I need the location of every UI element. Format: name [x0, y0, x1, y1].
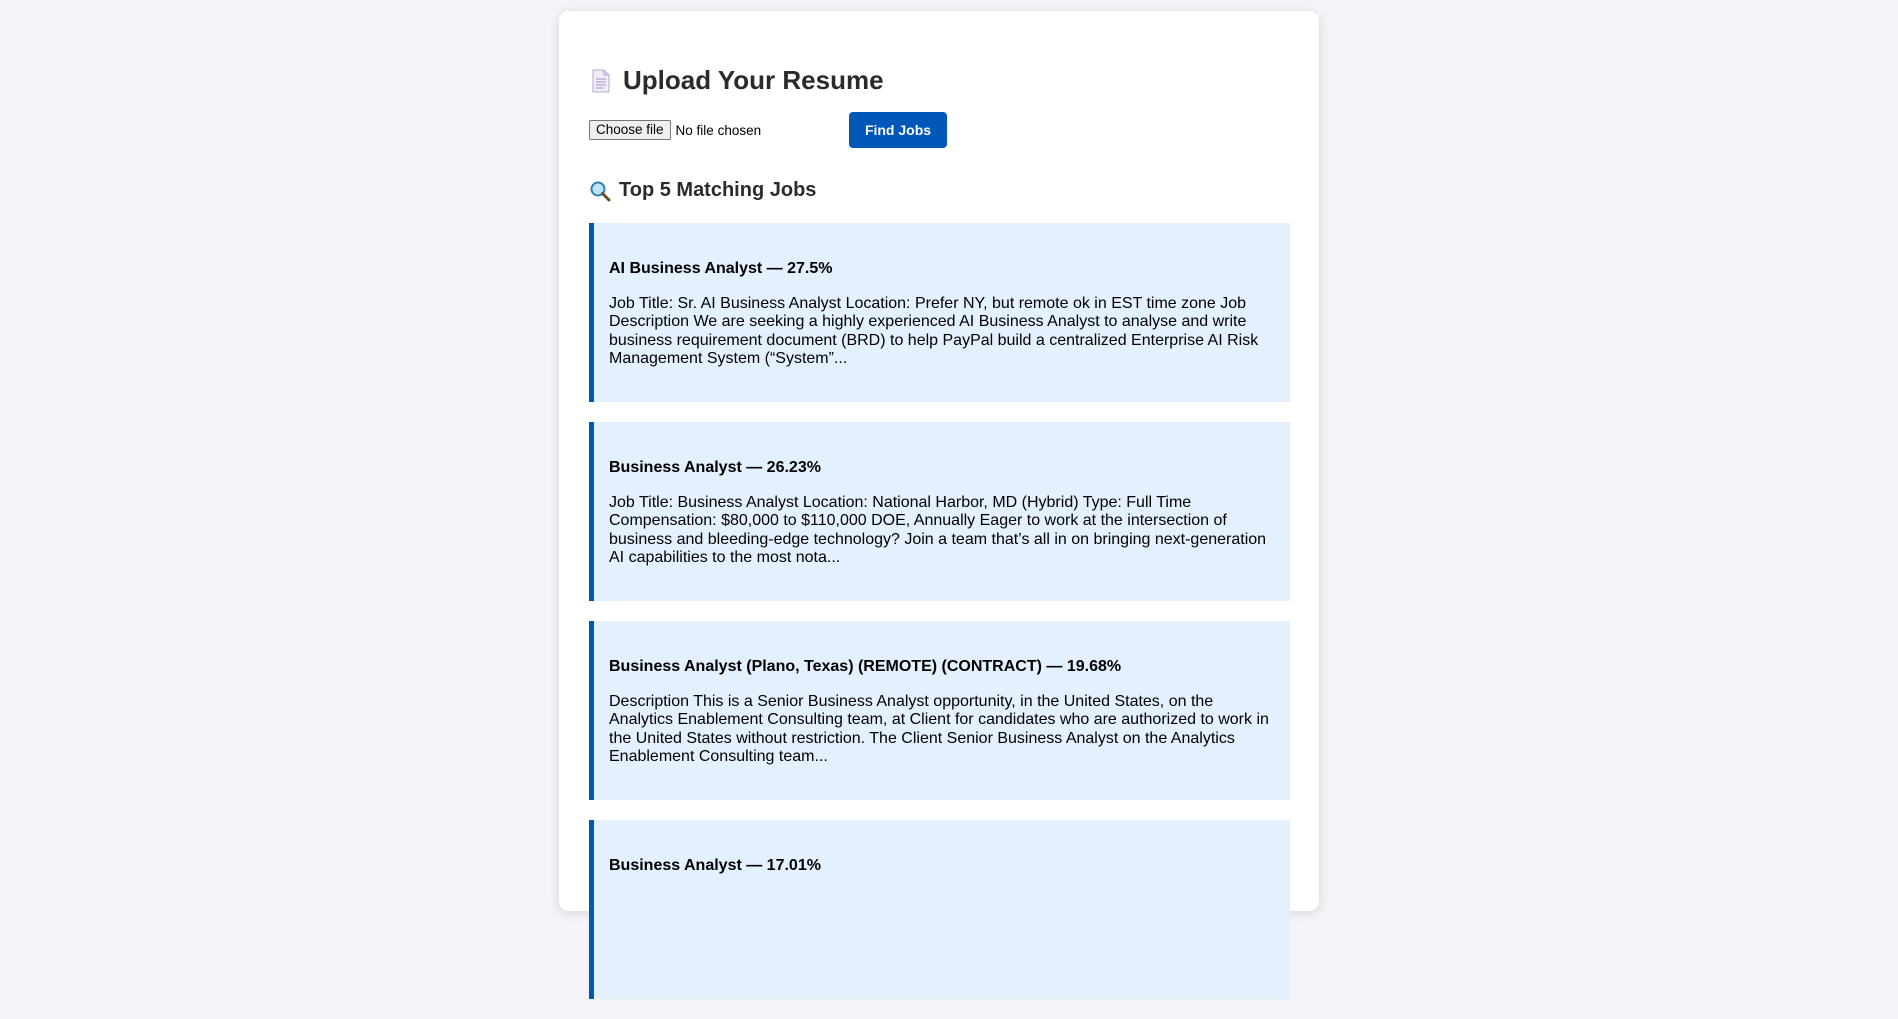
job-card: Business Analyst — 17.01% [589, 820, 1290, 999]
job-title: AI Business Analyst — 27.5% [609, 260, 833, 277]
job-description: Job Title: Sr. AI Business Analyst Locat… [609, 295, 1259, 367]
upload-row: Choose file No file chosen Find Jobs [589, 112, 947, 148]
file-status-text: No file chosen [675, 122, 762, 138]
page-title: Upload Your Resume [623, 65, 884, 95]
job-description: Description This is a Senior Business An… [609, 693, 1269, 765]
resume-file-input[interactable]: Choose file No file chosen [589, 120, 849, 140]
job-title: Business Analyst — 17.01% [609, 857, 821, 874]
main-card: Upload Your Resume Choose file No file c… [559, 11, 1319, 999]
job-card: Business Analyst — 26.23% Job Title: Bus… [589, 422, 1290, 601]
job-card: AI Business Analyst — 27.5% Job Title: S… [589, 223, 1290, 402]
job-card: Business Analyst (Plano, Texas) (REMOTE)… [589, 621, 1290, 800]
results-header: Top 5 Matching Jobs [589, 179, 816, 202]
upload-header: Upload Your Resume [589, 65, 884, 96]
job-title: Business Analyst (Plano, Texas) (REMOTE)… [609, 658, 1122, 675]
job-title: Business Analyst — 26.23% [609, 459, 821, 476]
choose-file-button[interactable]: Choose file [589, 120, 671, 140]
document-icon [589, 68, 613, 94]
job-description: Job Title: Business Analyst Location: Na… [609, 494, 1267, 566]
find-jobs-button[interactable]: Find Jobs [849, 112, 947, 148]
search-icon [589, 180, 611, 202]
job-list: AI Business Analyst — 27.5% Job Title: S… [589, 223, 1290, 1019]
results-title: Top 5 Matching Jobs [619, 179, 817, 201]
